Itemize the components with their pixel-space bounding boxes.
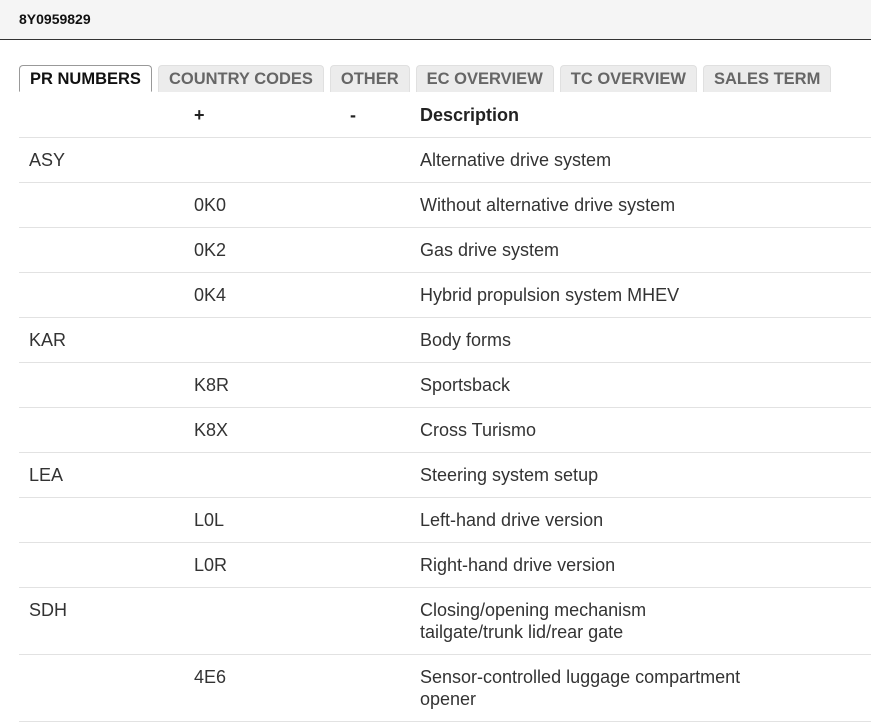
plus-code: 4E6 <box>194 667 227 687</box>
tab-ec-overview[interactable]: EC OVERVIEW <box>415 65 554 92</box>
group-code: LEA <box>29 465 64 485</box>
description: Cross Turismo <box>420 420 537 440</box>
table-row: LEA Steering system setup <box>19 453 871 498</box>
group-code: ASY <box>29 150 66 170</box>
tab-other[interactable]: OTHER <box>329 65 410 92</box>
table-row: K8X Cross Turismo <box>19 408 871 453</box>
page-header: 8Y0959829 <box>0 0 871 40</box>
plus-code: K8R <box>194 375 230 395</box>
description: Right-hand drive version <box>420 555 616 575</box>
tab-pr-numbers[interactable]: PR NUMBERS <box>19 65 152 92</box>
part-number-title: 8Y0959829 <box>19 11 91 27</box>
plus-code: L0R <box>194 555 228 575</box>
table-row: ASY Alternative drive system <box>19 138 871 183</box>
plus-code: 0K0 <box>194 195 227 215</box>
table-row: L0R Right-hand drive version <box>19 543 871 588</box>
plus-code: L0L <box>194 510 225 530</box>
table-row: 4E6 Sensor-controlled luggage compartmen… <box>19 655 871 722</box>
description: Steering system setup <box>420 465 599 485</box>
table-row: L0L Left-hand drive version <box>19 498 871 543</box>
plus-code: K8X <box>194 420 229 440</box>
description: Body forms <box>420 330 512 350</box>
plus-code: 0K2 <box>194 240 227 260</box>
table-row: 0K0 Without alternative drive system <box>19 183 871 228</box>
table-row: SDH Closing/opening mechanism tailgate/t… <box>19 588 871 655</box>
tab-country-codes[interactable]: COUNTRY CODES <box>157 65 324 92</box>
group-code: KAR <box>29 330 67 350</box>
tab-tc-overview[interactable]: TC OVERVIEW <box>559 65 697 92</box>
description: Sensor-controlled luggage compartment op… <box>420 667 741 709</box>
description: Hybrid propulsion system MHEV <box>420 285 680 305</box>
plus-code: 0K4 <box>194 285 227 305</box>
table-header-row: + - Description <box>19 93 871 138</box>
description: Gas drive system <box>420 240 560 260</box>
tab-sales-term[interactable]: SALES TERM <box>702 65 832 92</box>
column-header-minus: - <box>350 105 356 125</box>
description: Closing/opening mechanism tailgate/trunk… <box>420 600 647 642</box>
description: Without alternative drive system <box>420 195 676 215</box>
pr-numbers-table: + - Description ASY Alternative drive sy… <box>19 93 871 722</box>
table-row: K8R Sportsback <box>19 363 871 408</box>
column-header-description: Description <box>420 105 520 125</box>
table-row: 0K2 Gas drive system <box>19 228 871 273</box>
tab-bar: PR NUMBERS COUNTRY CODES OTHER EC OVERVIEW T… <box>19 65 871 92</box>
column-header-plus: + <box>194 105 205 125</box>
description: Alternative drive system <box>420 150 612 170</box>
table-row: KAR Body forms <box>19 318 871 363</box>
description: Sportsback <box>420 375 511 395</box>
table-row: 0K4 Hybrid propulsion system MHEV <box>19 273 871 318</box>
description: Left-hand drive version <box>420 510 604 530</box>
group-code: SDH <box>29 600 68 620</box>
